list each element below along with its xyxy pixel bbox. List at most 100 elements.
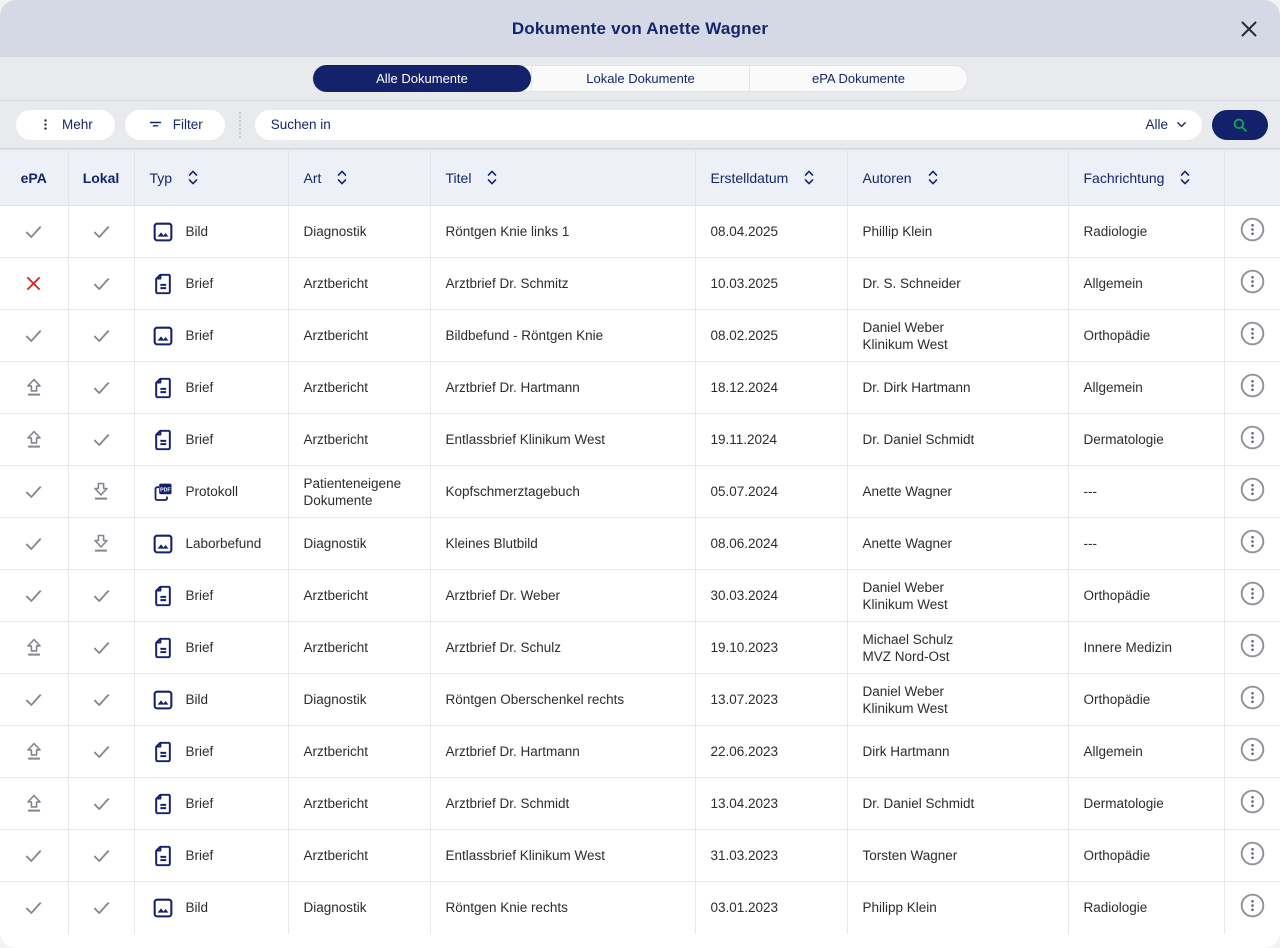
row-menu-cell	[1224, 778, 1280, 830]
row-menu-icon	[1239, 684, 1266, 711]
row-menu-cell	[1224, 674, 1280, 726]
filter-button-label: Filter	[173, 117, 203, 132]
autor-line: Torsten Wagner	[863, 848, 958, 863]
row-menu-button[interactable]	[1239, 528, 1266, 555]
document-file-icon	[150, 375, 176, 401]
filter-button[interactable]: Filter	[125, 110, 225, 140]
check-icon	[90, 584, 113, 607]
art-cell: Diagnostik	[288, 206, 430, 258]
sort-button-fachrichtung[interactable]	[1178, 167, 1192, 188]
row-menu-cell	[1224, 882, 1280, 934]
art-cell: Arztbericht	[288, 778, 430, 830]
download-pending-icon	[89, 480, 113, 504]
table-row[interactable]: BildDiagnostikRöntgen Knie links 108.04.…	[0, 206, 1280, 258]
row-menu-button[interactable]	[1239, 736, 1266, 763]
row-menu-button[interactable]	[1239, 580, 1266, 607]
sort-button-autoren[interactable]	[926, 167, 940, 188]
column-label: Typ	[150, 170, 173, 186]
sort-button-typ[interactable]	[186, 167, 200, 188]
autoren-cell: Dirk Hartmann	[847, 726, 1068, 778]
search-input[interactable]	[271, 117, 1138, 132]
table-row[interactable]: BildDiagnostikRöntgen Knie rechts03.01.2…	[0, 882, 1280, 934]
check-icon	[22, 324, 45, 347]
sort-button-erstelldatum[interactable]	[802, 167, 816, 188]
row-menu-cell	[1224, 206, 1280, 258]
table-row[interactable]: LaborbefundDiagnostikKleines Blutbild08.…	[0, 518, 1280, 570]
table-row[interactable]: BriefArztberichtArztbrief Dr. Schulz19.1…	[0, 622, 1280, 674]
image-file-icon	[150, 531, 176, 557]
check-icon	[22, 220, 45, 243]
table-row[interactable]: BriefArztberichtArztbrief Dr. Schmitz10.…	[0, 258, 1280, 310]
erstelldatum-cell: 03.01.2023	[695, 882, 847, 934]
table-row[interactable]: BriefArztberichtBildbefund - Röntgen Kni…	[0, 310, 1280, 362]
art-cell: Arztbericht	[288, 830, 430, 882]
lokal-status-cell	[68, 518, 134, 570]
search-scope-dropdown[interactable]: Alle	[1145, 117, 1188, 132]
table-row[interactable]: BriefArztberichtEntlassbrief Klinikum We…	[0, 830, 1280, 882]
column-label: Autoren	[863, 170, 912, 186]
autor-line: Dr. Daniel Schmidt	[863, 432, 975, 447]
erstelldatum-cell: 08.06.2024	[695, 518, 847, 570]
titel-cell: Bildbefund - Röntgen Knie	[430, 310, 695, 362]
fachrichtung-cell: Radiologie	[1068, 206, 1224, 258]
table-row[interactable]: BildDiagnostikRöntgen Oberschenkel recht…	[0, 674, 1280, 726]
row-menu-cell	[1224, 466, 1280, 518]
row-menu-icon	[1239, 528, 1266, 555]
table-row[interactable]: BriefArztberichtArztbrief Dr. Weber30.03…	[0, 570, 1280, 622]
documents-table: ePALokalTypArtTitelErstelldatumAutorenFa…	[0, 149, 1280, 934]
row-menu-cell	[1224, 310, 1280, 362]
autor-line: Dr. S. Schneider	[863, 276, 961, 291]
art-cell: Arztbericht	[288, 622, 430, 674]
upload-pending-icon	[22, 740, 46, 764]
table-row[interactable]: PDFProtokollPatienteneigene DokumenteKop…	[0, 466, 1280, 518]
row-menu-cell	[1224, 726, 1280, 778]
table-row[interactable]: BriefArztberichtEntlassbrief Klinikum We…	[0, 414, 1280, 466]
more-button[interactable]: Mehr	[16, 110, 115, 140]
tab-lokale-dokumente[interactable]: Lokale Dokumente	[531, 65, 749, 92]
typ-cell: Brief	[134, 570, 288, 622]
check-icon	[90, 688, 113, 711]
row-menu-button[interactable]	[1239, 892, 1266, 919]
table-row[interactable]: BriefArztberichtArztbrief Dr. Schmidt13.…	[0, 778, 1280, 830]
close-button[interactable]	[1234, 14, 1264, 44]
autoren-cell: Torsten Wagner	[847, 830, 1068, 882]
row-menu-button[interactable]	[1239, 268, 1266, 295]
row-menu-button[interactable]	[1239, 840, 1266, 867]
row-menu-button[interactable]	[1239, 372, 1266, 399]
autor-line: Daniel Weber	[863, 580, 945, 595]
autoren-cell: Daniel WeberKlinikum West	[847, 674, 1068, 726]
dialog-title: Dokumente von Anette Wagner	[512, 19, 768, 39]
table-row[interactable]: BriefArztberichtArztbrief Dr. Hartmann22…	[0, 726, 1280, 778]
search-button[interactable]	[1212, 110, 1268, 140]
row-menu-button[interactable]	[1239, 424, 1266, 451]
epa-status-cell	[0, 466, 68, 518]
sort-button-titel[interactable]	[485, 167, 499, 188]
row-menu-cell	[1224, 518, 1280, 570]
typ-cell: Brief	[134, 310, 288, 362]
close-icon	[1236, 16, 1262, 42]
tab-alle-dokumente[interactable]: Alle Dokumente	[313, 65, 531, 92]
row-menu-button[interactable]	[1239, 320, 1266, 347]
row-menu-button[interactable]	[1239, 476, 1266, 503]
upload-pending-icon	[22, 428, 46, 452]
row-menu-button[interactable]	[1239, 788, 1266, 815]
table-row[interactable]: BriefArztberichtArztbrief Dr. Hartmann18…	[0, 362, 1280, 414]
table-header: ePALokalTypArtTitelErstelldatumAutorenFa…	[0, 150, 1280, 206]
autoren-cell: Phillip Klein	[847, 206, 1068, 258]
more-button-label: Mehr	[62, 117, 93, 132]
filter-icon	[147, 116, 164, 133]
row-menu-button[interactable]	[1239, 684, 1266, 711]
sort-icon	[1178, 167, 1192, 188]
row-menu-cell	[1224, 830, 1280, 882]
sort-button-art[interactable]	[335, 167, 349, 188]
typ-label: Brief	[186, 587, 214, 604]
document-file-icon	[150, 271, 176, 297]
tab-epa-dokumente[interactable]: ePA Dokumente	[749, 65, 967, 92]
pdf-file-icon: PDF	[150, 479, 176, 505]
autoren-cell: Daniel WeberKlinikum West	[847, 570, 1068, 622]
row-menu-button[interactable]	[1239, 216, 1266, 243]
row-menu-button[interactable]	[1239, 632, 1266, 659]
document-tabs: Alle Dokumente Lokale Dokumente ePA Doku…	[312, 65, 968, 92]
fachrichtung-cell: Innere Medizin	[1068, 622, 1224, 674]
fachrichtung-cell: Orthopädie	[1068, 570, 1224, 622]
